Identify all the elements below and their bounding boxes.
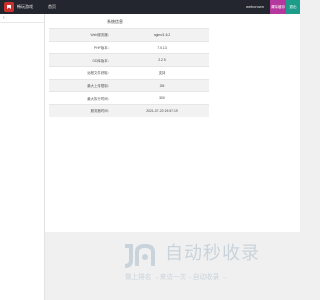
info-key: PHP版本： — [49, 40, 115, 54]
game-logo-icon — [4, 2, 14, 12]
main-content: 系统信息 Web服务器： nginx/1.6.2 PHP版本： 7.0.13 G… — [45, 14, 300, 300]
panel-title: 系统信息 — [107, 19, 123, 24]
table-row: GD库版本： 2.2.5 — [49, 53, 209, 67]
info-value: 2M — [115, 78, 209, 92]
chevron-left-icon: ‹ — [3, 15, 5, 21]
watermark-subtitle: 做上排名 →来访一次→自动收录 → — [125, 274, 228, 281]
info-key: GD库版本： — [49, 53, 115, 67]
table-row: 服务器时间： 2021-07-20 19:57:19 — [49, 104, 209, 117]
table-row: PHP版本： 7.0.13 — [49, 40, 209, 54]
top-navbar: 畅玩游戏 首页 webcrown 清除缓存 退出 — [0, 0, 300, 14]
clear-cache-button[interactable]: 清除缓存 — [270, 0, 286, 14]
logout-button[interactable]: 退出 — [286, 0, 300, 14]
system-info-panel: 系统信息 Web服务器： nginx/1.6.2 PHP版本： 7.0.13 G… — [45, 14, 300, 232]
info-key: 服务器时间： — [49, 104, 115, 117]
info-value: 7.0.13 — [115, 40, 209, 54]
watermark: 自动秒收录 做上排名 →来访一次→自动收录 → — [121, 240, 281, 288]
info-value: 支持 — [115, 66, 209, 80]
info-value: nginx/1.6.2 — [115, 28, 209, 42]
watermark-title: 自动秒收录 — [165, 243, 260, 263]
info-value: 2021-07-20 19:57:19 — [115, 104, 209, 117]
table-row: 最大执行时间： 300 — [49, 91, 209, 105]
table-row: 最大上传限制： 2M — [49, 78, 209, 92]
nav-home-link[interactable]: 首页 — [48, 2, 56, 12]
info-value: 2.2.5 — [115, 53, 209, 67]
table-row: 远程文件获取： 支持 — [49, 66, 209, 80]
info-key: 最大执行时间： — [49, 91, 115, 105]
info-key: 远程文件获取： — [49, 66, 115, 80]
watermark-logo-icon — [124, 243, 155, 268]
info-key: 最大上传限制： — [49, 78, 115, 92]
table-row: Web服务器： nginx/1.6.2 — [49, 28, 209, 42]
sidebar: ‹ — [0, 14, 45, 300]
info-value: 300 — [115, 91, 209, 105]
user-name[interactable]: webcrown — [246, 2, 264, 12]
sidebar-toggle[interactable]: ‹ — [0, 14, 44, 23]
system-info-table: Web服务器： nginx/1.6.2 PHP版本： 7.0.13 GD库版本：… — [49, 28, 209, 117]
info-key: Web服务器： — [49, 28, 115, 42]
site-name: 畅玩游戏 — [17, 4, 33, 9]
